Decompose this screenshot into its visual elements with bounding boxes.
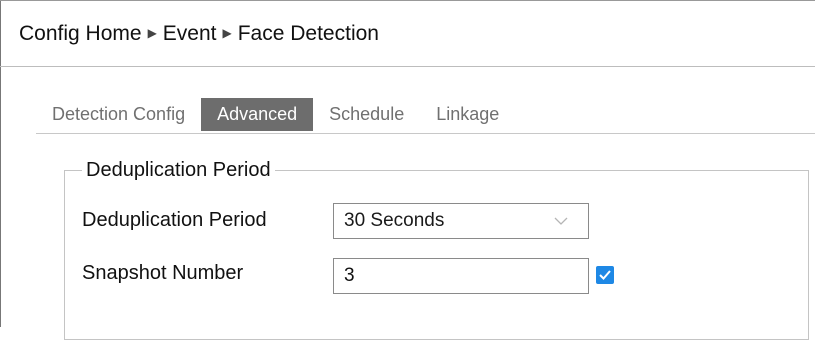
- tab-linkage[interactable]: Linkage: [420, 98, 515, 131]
- breadcrumb-event[interactable]: Event: [163, 22, 217, 46]
- deduplication-fieldset: [64, 170, 809, 340]
- dedup-period-value: 30 Seconds: [344, 210, 445, 231]
- breadcrumb-config-home[interactable]: Config Home: [19, 22, 142, 46]
- snapshot-checkbox[interactable]: [596, 266, 614, 284]
- tab-bar: Detection Config Advanced Schedule Linka…: [36, 98, 815, 134]
- breadcrumb-face-detection: Face Detection: [237, 21, 379, 45]
- checkmark-icon: [599, 270, 611, 280]
- chevron-down-icon: [554, 217, 568, 225]
- fieldset-legend: Deduplication Period: [82, 157, 275, 183]
- snapshot-number-label: Snapshot Number: [82, 262, 244, 284]
- tab-schedule[interactable]: Schedule: [313, 98, 420, 131]
- tab-detection-config[interactable]: Detection Config: [36, 98, 201, 131]
- dedup-period-select[interactable]: 30 Seconds: [333, 203, 589, 239]
- triangle-right-icon: ▶: [147, 25, 157, 40]
- dedup-period-label: Deduplication Period: [82, 209, 267, 231]
- snapshot-number-input[interactable]: [333, 258, 589, 294]
- breadcrumb: Config Home ▶ Event ▶ Face Detection: [0, 0, 815, 67]
- tab-advanced[interactable]: Advanced: [201, 98, 314, 131]
- triangle-right-icon: ▶: [222, 25, 232, 40]
